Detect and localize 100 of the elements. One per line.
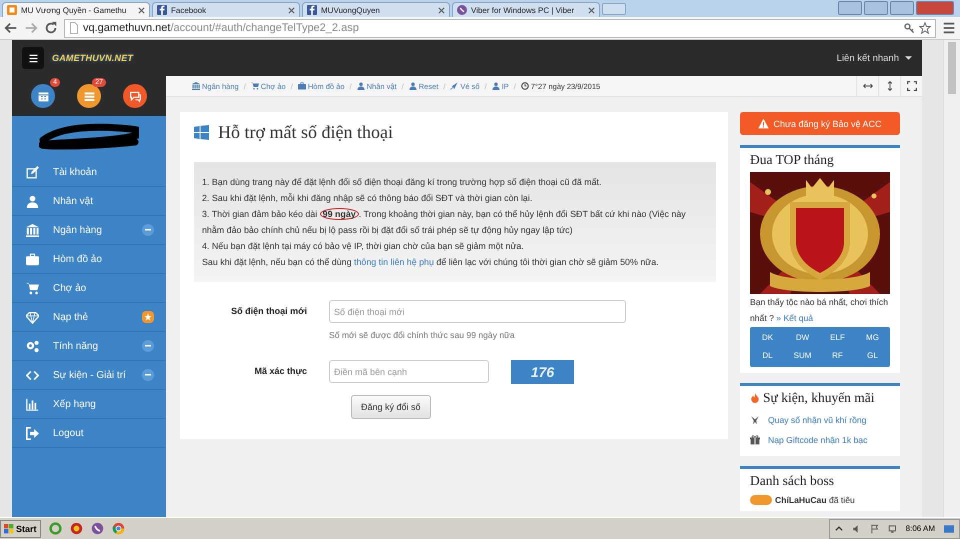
list-icon [82, 90, 96, 102]
game-icon[interactable] [70, 522, 83, 535]
sidebar-item[interactable]: Tính năng [12, 332, 166, 361]
flag-icon[interactable] [870, 524, 880, 534]
collapse-icon[interactable] [142, 340, 154, 352]
close-icon[interactable] [138, 6, 145, 14]
show-desktop-icon[interactable] [943, 524, 955, 534]
shortcut-button[interactable] [123, 84, 147, 108]
class-link[interactable]: DK [750, 329, 785, 347]
user-icon [356, 82, 365, 90]
tag-badge [750, 495, 772, 505]
bank-icon [26, 224, 39, 236]
boss-entry: ChíLaHuCau đã tiêu [775, 495, 855, 505]
browser-tab[interactable]: MU Vương Quyền - Gamethu [2, 2, 150, 17]
close-icon[interactable] [288, 6, 295, 14]
class-link[interactable]: DL [750, 347, 785, 365]
captcha-field[interactable]: Điền mã bên cạnh [329, 360, 489, 383]
note-text: 3. Thời gian đảm bảo kéo dài 99 ngày. Trong khoảng thời gian này, bạn có thể hủy lệnh đổi SĐT bất cứ khi nào (Việc này nhằm đảo bảo chính chủ nếu bị lộ pass rồi bị đặt đổi số trái phép sẽ tự động hủy ngay lập tức) [202, 207, 687, 237]
shortcut-button[interactable] [77, 84, 101, 108]
facebook-icon [157, 5, 167, 15]
expand-width-icon[interactable] [862, 81, 872, 91]
browser-tab[interactable]: Facebook [152, 2, 300, 17]
windows-flag-icon [4, 524, 14, 534]
card-title: Sự kiện, khuyến mãi [763, 390, 875, 406]
submit-button[interactable]: Đăng ký đổi số [351, 395, 431, 419]
card-title: Danh sách boss [750, 473, 835, 490]
class-link[interactable]: GL [855, 347, 890, 365]
page-title: Hỗ trợ mất số điện thoại [218, 122, 393, 142]
user-icon [26, 194, 39, 208]
sidebar-item[interactable]: Nạp thẻ [12, 303, 166, 332]
user-icon [492, 82, 500, 90]
sidebar-item[interactable]: Ngân hàng [12, 216, 166, 245]
flame-icon [750, 392, 760, 404]
phone-field[interactable]: Số điện thoại mới [329, 300, 626, 323]
viber-icon [457, 5, 467, 15]
note-text: 4. Nếu bạn đặt lệnh tại máy có bảo vệ IP, thời gian chờ của bạn sẽ giảm một nửa. [202, 240, 525, 253]
quick-links-dropdown[interactable]: Liên kết nhanh [836, 52, 912, 64]
cart-icon [26, 282, 39, 294]
collapse-icon[interactable] [142, 369, 154, 381]
gears-icon [26, 340, 39, 352]
browser-tab[interactable]: Viber for Windows PC | Viber [452, 2, 600, 17]
network-icon[interactable] [888, 524, 898, 534]
briefcase-icon [26, 252, 39, 266]
event-link[interactable]: Nạp Giftcode nhận 1k bạc [750, 430, 890, 450]
url-text[interactable]: vq.gamethuvn.net/account/#auth/changeTelType2_2.asp [83, 22, 359, 34]
menu-icon[interactable] [942, 21, 956, 35]
sidebar-item[interactable]: Sự kiện - Giải trí [12, 361, 166, 390]
bank-icon [192, 82, 200, 90]
start-button[interactable]: Start [0, 520, 41, 538]
fullscreen-icon[interactable] [906, 81, 916, 91]
clock-text: 8:06 AM [906, 524, 935, 533]
sidebar-item[interactable]: Hòm đồ ảo [12, 245, 166, 274]
ranking-question: Bạn thấy tộc nào bá nhất, chơi thích nhất ? » Kết quả [750, 296, 889, 325]
class-link[interactable]: MG [855, 329, 890, 347]
class-link[interactable]: SUM [785, 347, 820, 365]
browser-tab[interactable]: MUVuongQuyen [302, 2, 450, 17]
class-link[interactable]: DW [785, 329, 820, 347]
windows-icon [194, 124, 209, 140]
contact-link[interactable]: thông tin liên hệ phụ [354, 257, 434, 267]
key-icon[interactable] [904, 22, 915, 34]
collapse-icon[interactable] [142, 224, 154, 236]
browser-icon[interactable] [112, 522, 125, 535]
edit-icon [26, 166, 39, 178]
captcha-image: 176 [511, 360, 574, 384]
shortcut-button[interactable] [31, 84, 55, 108]
user-icon [408, 82, 417, 90]
clock-icon [520, 82, 529, 90]
star-icon[interactable] [919, 22, 931, 34]
class-link[interactable]: RF [820, 347, 855, 365]
chat-icon [128, 90, 142, 102]
warning-icon [758, 118, 770, 129]
calendar-icon [36, 90, 50, 102]
bar-chart-icon [26, 398, 39, 410]
site-logo[interactable]: GAMETHUVN.NET [52, 53, 134, 63]
note-text: 1. Bạn dùng trang này để đặt lệnh đổi số điện thoại đăng kí trong trường hợp số điện thoại cũ đã mất. [202, 176, 602, 189]
scrollbar[interactable] [943, 40, 960, 517]
help-text: Số mới sẽ được đổi chính thức sau 99 ngày nữa [329, 330, 516, 340]
close-icon[interactable] [438, 6, 445, 14]
class-link[interactable]: ELF [820, 329, 855, 347]
note-text: Sau khi đặt lệnh, nếu bạn có thể dùng thông tin liên hệ phụ để liên lạc với chúng tôi thời gian chờ sẽ giảm 50% nữa. [202, 256, 660, 269]
viber-icon[interactable] [90, 522, 104, 535]
briefcase-icon [298, 82, 306, 90]
chevron-up-icon[interactable] [834, 524, 844, 534]
address-field[interactable]: vq.gamethuvn.net/account/#auth/changeTelType2_2.asp [64, 18, 936, 38]
results-link[interactable]: » Kết quả [776, 313, 814, 323]
close-icon[interactable] [588, 6, 595, 14]
reload-icon[interactable] [44, 21, 58, 35]
page-icon [69, 22, 79, 34]
menu-icon [28, 52, 38, 64]
cart-icon [250, 82, 259, 90]
caret-icon [905, 56, 912, 60]
diamond-icon [26, 310, 39, 324]
facebook-icon [307, 5, 317, 15]
back-icon[interactable] [4, 21, 18, 35]
warning-button[interactable]: Chưa đăng ký Bảo vệ ACC [740, 112, 900, 135]
logout-icon [26, 426, 39, 440]
event-link[interactable]: Quay số nhận vũ khí rồng [750, 410, 890, 430]
menu-button[interactable] [22, 47, 44, 69]
note-text: 2. Sau khi đặt lệnh, mỗi khi đăng nhập sẽ có thông báo đổi SĐT và thời gian còn lại. [202, 192, 534, 205]
field-label: Số điện thoại mới [230, 305, 307, 318]
